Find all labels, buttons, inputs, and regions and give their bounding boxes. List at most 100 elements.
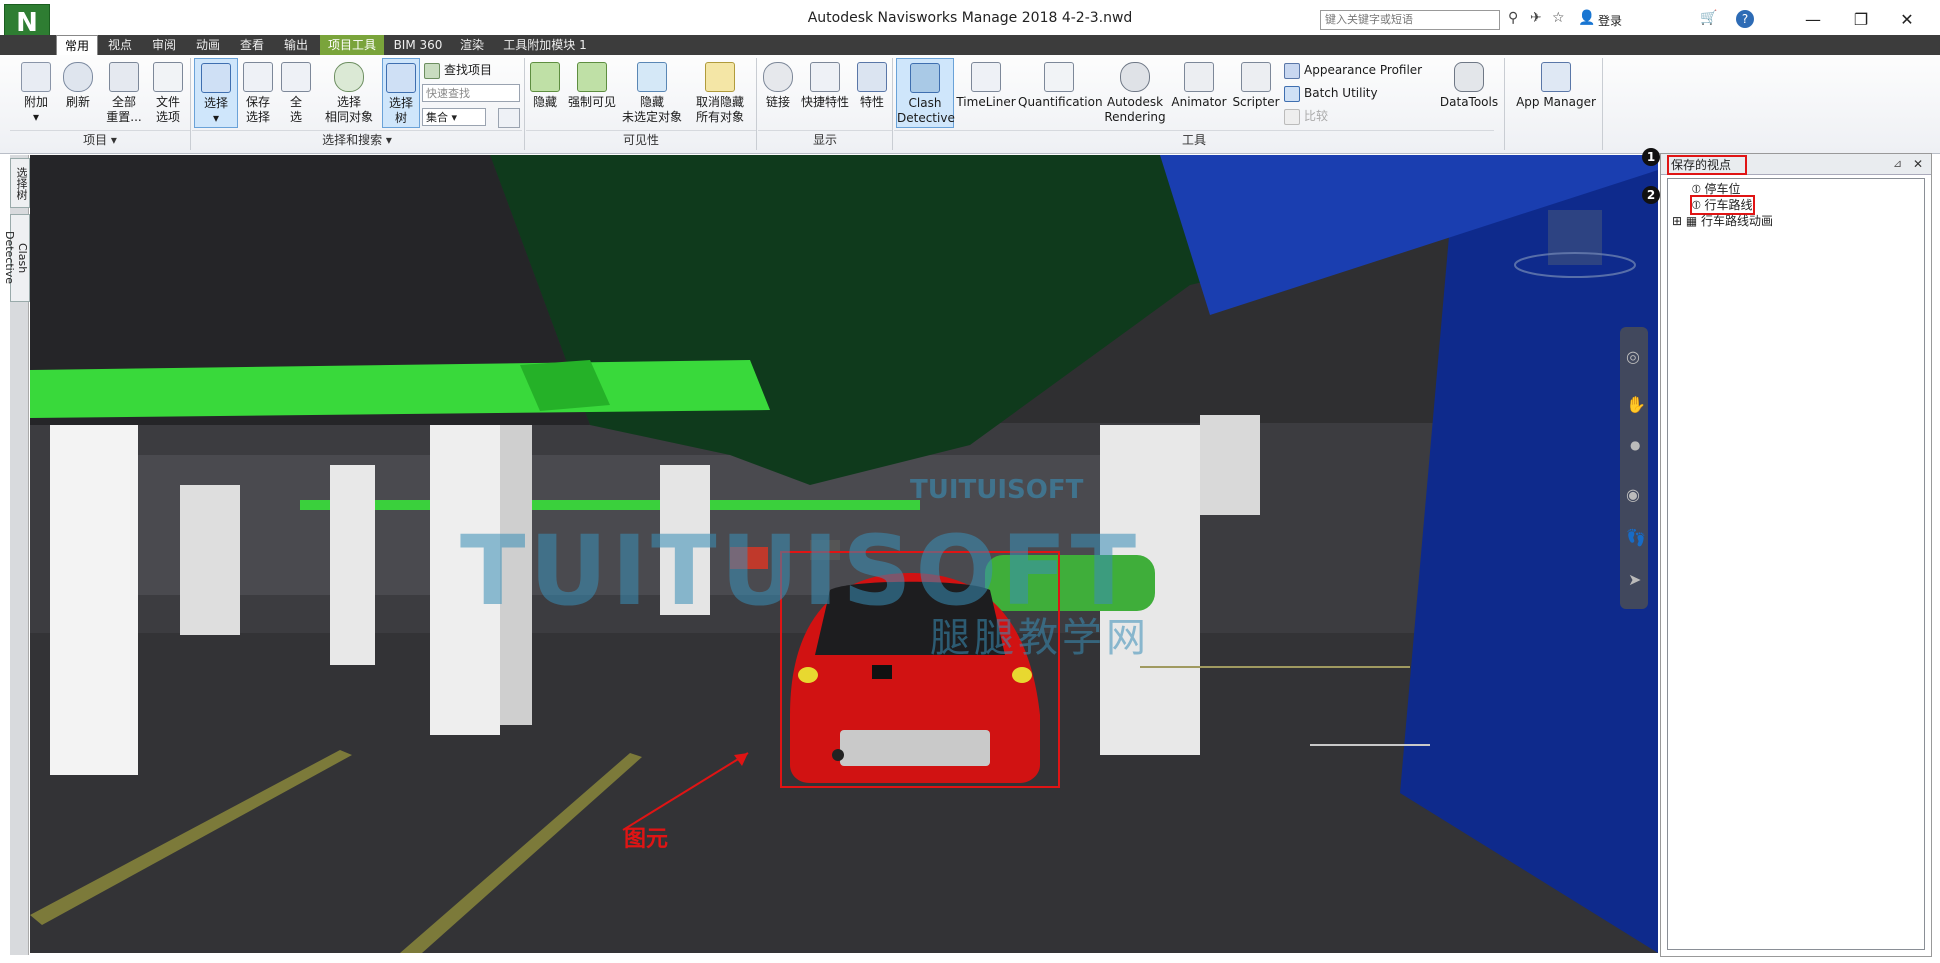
app-manager-label: App Manager xyxy=(1516,95,1596,109)
viewpoint-icon: ⦶ xyxy=(1692,182,1705,196)
selection-tree-icon xyxy=(386,63,416,93)
compare-button[interactable]: 比较 xyxy=(1284,106,1328,126)
restore-button[interactable]: ❐ xyxy=(1838,6,1884,34)
quantification-button[interactable]: Quantification xyxy=(1018,62,1103,110)
tab-viewpoint[interactable]: 视点 xyxy=(100,35,140,55)
search-input[interactable]: 键入关键字或短语 xyxy=(1320,10,1500,30)
clash-detective-label-2: Detective xyxy=(897,111,955,125)
scripter-button[interactable]: Scripter xyxy=(1230,62,1282,110)
refresh-button[interactable]: 刷新 xyxy=(60,62,96,110)
tab-home[interactable]: 常用 xyxy=(56,35,98,56)
tab-render[interactable]: 渲染 xyxy=(452,35,492,55)
quantification-label: Quantification xyxy=(1018,95,1103,109)
tab-output[interactable]: 输出 xyxy=(276,35,316,55)
autodesk-rendering-label-2: Rendering xyxy=(1104,110,1166,124)
pin-icon[interactable]: ⊿ xyxy=(1893,154,1902,174)
appearance-profiler-button[interactable]: Appearance Profiler xyxy=(1284,60,1422,80)
refresh-icon xyxy=(63,62,93,92)
close-button[interactable]: ✕ xyxy=(1884,6,1930,34)
hide-unselected-label-2: 未选定对象 xyxy=(621,110,682,124)
tab-selection-tree[interactable]: 选择树 xyxy=(10,158,30,208)
tree-item-route-animation[interactable]: ⊞ ▦ 行车路线动画 xyxy=(1672,213,1773,229)
pan-icon[interactable]: ✋ xyxy=(1626,395,1646,414)
properties-button[interactable]: 特性 xyxy=(856,62,888,110)
panel-title: 保存的视点 xyxy=(1667,155,1748,175)
3d-viewport[interactable]: TUITUISOFT TUITUISOFT 腿腿教学网 图元 ◎ ✋ ● ◉ 👣… xyxy=(30,155,1658,953)
select-all-button[interactable]: 全 选 xyxy=(280,62,312,125)
compare-label: 比较 xyxy=(1304,109,1329,123)
orbit-icon[interactable]: ◉ xyxy=(1626,485,1640,504)
timeliner-button[interactable]: TimeLiner xyxy=(956,62,1016,110)
timeliner-icon xyxy=(971,62,1001,92)
group-label-tools: 工具 xyxy=(894,130,1494,149)
tab-review[interactable]: 审阅 xyxy=(144,35,184,55)
ribbon-tab-bar: 常用 视点 审阅 动画 查看 输出 项目工具 BIM 360 渲染 工具附加模块… xyxy=(0,35,1940,56)
appearance-profiler-label: Appearance Profiler xyxy=(1304,63,1423,77)
selection-tree-button[interactable]: 选择 树 xyxy=(382,58,420,128)
user-icon[interactable]: 👤 xyxy=(1578,10,1595,26)
quantification-icon xyxy=(1044,62,1074,92)
group-label-project[interactable]: 项目 ▾ xyxy=(10,130,190,149)
select-same-button[interactable]: 选择 相同对象 xyxy=(320,62,378,125)
autodesk-rendering-button[interactable]: Autodesk Rendering xyxy=(1102,62,1168,125)
append-button[interactable]: 附加 ▾ xyxy=(18,62,54,125)
tab-view[interactable]: 查看 xyxy=(232,35,272,55)
select-same-icon xyxy=(334,62,364,92)
app-manager-button[interactable]: App Manager xyxy=(1512,62,1600,110)
sets-manage-icon[interactable] xyxy=(498,108,520,128)
reset-all-button[interactable]: 全部 重置... xyxy=(102,62,146,125)
unhide-all-button[interactable]: 取消隐藏 所有对象 xyxy=(690,62,750,125)
viewpoint-tree[interactable]: ⦶ 停车位 ⦶ 行车路线 ⊞ ▦ 行车路线动画 xyxy=(1667,178,1925,950)
tab-item-tools[interactable]: 项目工具 xyxy=(320,35,384,55)
viewpoint-icon: ⦶ xyxy=(1692,198,1705,212)
select-button[interactable]: 选择 ▾ xyxy=(194,58,238,128)
find-items-label: 查找项目 xyxy=(444,63,493,77)
tab-addins[interactable]: 工具附加模块 1 xyxy=(498,35,592,55)
binoculars-icon[interactable]: ⚲ xyxy=(1508,10,1518,26)
tree-item-label: 停车位 xyxy=(1704,182,1741,196)
login-link[interactable]: 登录 xyxy=(1598,12,1622,29)
tree-item-label: 行车路线 xyxy=(1704,198,1753,212)
tree-item-route[interactable]: ⦶ 行车路线 xyxy=(1690,195,1755,215)
hide-button[interactable]: 隐藏 xyxy=(528,62,562,110)
datatools-button[interactable]: DataTools xyxy=(1436,62,1502,110)
cart-icon[interactable]: 🛒 xyxy=(1700,10,1717,26)
tab-clash-detective[interactable]: Clash Detective xyxy=(3,214,30,302)
database-icon xyxy=(1454,62,1484,92)
hide-unselected-button[interactable]: 隐藏 未选定对象 xyxy=(620,62,684,125)
datatools-label: DataTools xyxy=(1439,95,1499,109)
tree-item-parking[interactable]: ⦶ 停车位 xyxy=(1692,181,1741,197)
save-selection-button[interactable]: 保存 选择 xyxy=(240,62,276,125)
find-items-button[interactable]: 查找项目 xyxy=(424,60,492,80)
autodesk-rendering-label-1: Autodesk xyxy=(1106,95,1164,109)
tab-bim360[interactable]: BIM 360 xyxy=(390,35,446,55)
look-icon[interactable]: 👣 xyxy=(1626,528,1646,547)
animator-button[interactable]: Animator xyxy=(1170,62,1228,110)
help-icon[interactable]: ? xyxy=(1736,10,1754,28)
cursor-icon xyxy=(201,63,231,93)
zoom-icon[interactable]: ● xyxy=(1630,438,1640,452)
communication-icon[interactable]: ✈ xyxy=(1530,10,1542,26)
quick-properties-button[interactable]: 快捷特性 xyxy=(798,62,852,110)
sets-dropdown[interactable]: 集合 ▾ xyxy=(422,108,486,126)
batch-utility-button[interactable]: Batch Utility xyxy=(1284,83,1378,103)
links-button[interactable]: 链接 xyxy=(762,62,794,110)
reset-icon xyxy=(109,62,139,92)
hide-icon xyxy=(530,62,560,92)
star-icon[interactable]: ☆ xyxy=(1552,10,1565,26)
clash-detective-label-1: Clash xyxy=(908,96,942,110)
clash-detective-button[interactable]: Clash Detective xyxy=(896,58,955,128)
minimize-button[interactable]: — xyxy=(1790,6,1836,34)
select-icon[interactable]: ➤ xyxy=(1628,570,1641,589)
file-options-button[interactable]: 文件 选项 xyxy=(150,62,186,125)
expand-icon[interactable]: ⊞ xyxy=(1672,214,1686,228)
require-button[interactable]: 强制可见 xyxy=(566,62,618,110)
quick-find-input[interactable]: 快速查找 xyxy=(422,84,520,102)
tab-animation[interactable]: 动画 xyxy=(188,35,228,55)
unhide-all-label-2: 所有对象 xyxy=(695,110,744,124)
steering-wheel-icon[interactable]: ◎ xyxy=(1626,347,1640,366)
panel-close-icon[interactable]: ✕ xyxy=(1913,154,1923,174)
group-label-select-search[interactable]: 选择和搜索 ▾ xyxy=(192,130,522,149)
watermark-small-text: TUITUISOFT xyxy=(910,475,1084,505)
append-label: 附加 xyxy=(23,95,48,109)
